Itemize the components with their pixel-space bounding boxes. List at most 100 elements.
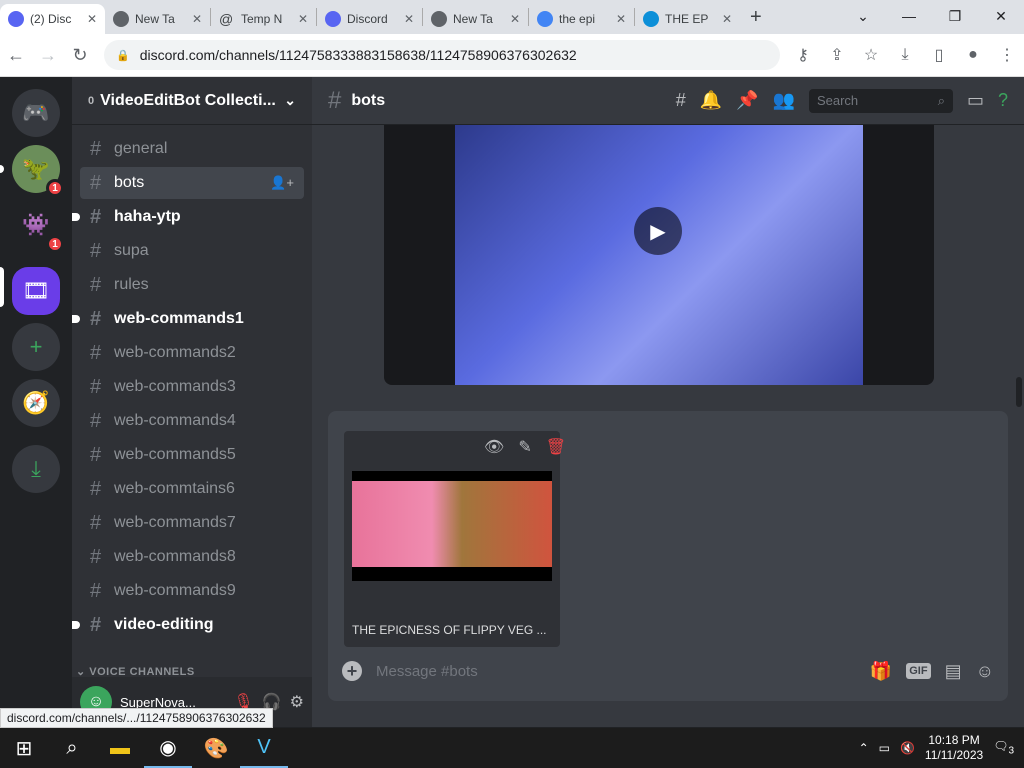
tab-title: Discord	[347, 12, 388, 26]
hash-icon: #	[90, 477, 102, 500]
tab-title: New Ta	[453, 12, 493, 26]
clock-date: 11/11/2023	[924, 748, 984, 762]
close-icon[interactable]: ✕	[510, 12, 520, 26]
restore-button[interactable]: ❐	[932, 0, 978, 32]
bookmark-star-icon[interactable]: ☆	[854, 45, 888, 65]
channel-item-rules[interactable]: # rules	[80, 269, 304, 301]
scrollbar[interactable]	[1016, 377, 1022, 407]
close-icon[interactable]: ✕	[192, 12, 202, 26]
bell-icon[interactable]: 🔔	[700, 90, 722, 111]
gear-icon[interactable]: ⚙	[290, 692, 304, 712]
tab-search-icon[interactable]: ⌄	[840, 0, 886, 32]
inbox-icon[interactable]: ▭	[967, 90, 984, 111]
pencil-icon[interactable]: ✎	[518, 437, 531, 457]
close-icon[interactable]: ✕	[616, 12, 626, 26]
upload-plus-button[interactable]: +	[342, 661, 362, 681]
key-icon[interactable]: ⚷	[786, 45, 820, 65]
close-window-button[interactable]: ✕	[978, 0, 1024, 32]
browser-tab[interactable]: (2) Disc ✕	[0, 4, 105, 34]
profile-icon[interactable]: ●	[956, 46, 990, 64]
paint-icon[interactable]: 🎨	[192, 728, 240, 768]
edge-icon	[643, 11, 659, 27]
server-icon[interactable]: 👾 1	[12, 201, 64, 253]
channel-item-web-commands4[interactable]: # web-commands4	[80, 405, 304, 437]
channel-item-video-editing[interactable]: # video-editing	[72, 609, 304, 641]
gif-button[interactable]: GIF	[906, 663, 931, 679]
lock-icon[interactable]: 🔒	[116, 49, 130, 62]
message-input[interactable]: Message #bots	[376, 663, 856, 680]
address-bar: ← → ↻ 🔒 discord.com/channels/11247583338…	[0, 34, 1024, 77]
chrome-icon[interactable]: ◉	[144, 728, 192, 768]
network-icon[interactable]: ▭	[879, 741, 890, 755]
close-icon[interactable]: ✕	[722, 12, 732, 26]
browser-tab[interactable]: THE EP ✕	[635, 4, 740, 34]
new-tab-button[interactable]: +	[750, 2, 762, 32]
menu-icon[interactable]: ⋮	[990, 45, 1024, 65]
channel-label: general	[114, 140, 168, 157]
browser-tab[interactable]: the epi ✕	[529, 4, 634, 34]
download-apps-button[interactable]: ⤓	[12, 445, 60, 493]
channel-item-web-commands5[interactable]: # web-commands5	[80, 439, 304, 471]
side-panel-icon[interactable]: ▯	[922, 45, 956, 65]
play-button[interactable]: ▶	[634, 207, 682, 255]
close-icon[interactable]: ✕	[298, 12, 308, 26]
search-input[interactable]: Search ⌕	[808, 88, 953, 113]
channel-item-web-commands3[interactable]: # web-commands3	[80, 371, 304, 403]
pin-icon[interactable]: 📌	[736, 90, 758, 111]
hash-icon: #	[90, 307, 102, 330]
add-server-button[interactable]: +	[12, 323, 60, 371]
close-icon[interactable]: ✕	[404, 12, 414, 26]
close-icon[interactable]: ✕	[87, 12, 97, 26]
explore-servers-button[interactable]: 🧭	[12, 379, 60, 427]
discord-icon	[8, 11, 24, 27]
channel-item-web-commtains6[interactable]: # web-commtains6	[80, 473, 304, 505]
eye-icon[interactable]: 👁	[484, 437, 504, 457]
channel-item-general[interactable]: # general	[80, 133, 304, 165]
clock-time: 10:18 PM	[928, 733, 980, 747]
channel-item-web-commands9[interactable]: # web-commands9	[80, 575, 304, 607]
download-icon[interactable]: ⤓	[888, 46, 922, 64]
member-list-icon[interactable]: 👥	[773, 90, 795, 111]
tab-title: THE EP	[665, 12, 709, 26]
chevron-up-icon[interactable]: ⌃	[859, 741, 869, 755]
browser-tab[interactable]: New Ta ✕	[423, 4, 528, 34]
server-icon-selected[interactable]: 🎞	[12, 267, 60, 315]
channel-item-web-commands2[interactable]: # web-commands2	[80, 337, 304, 369]
trash-icon[interactable]: 🗑	[546, 437, 566, 457]
channel-item-web-commands8[interactable]: # web-commands8	[80, 541, 304, 573]
server-header[interactable]: 0 VideoEditBot Collecti... ⌄	[72, 77, 312, 125]
back-button[interactable]: ←	[0, 45, 32, 66]
channel-item-web-commands1[interactable]: # web-commands1	[72, 303, 304, 335]
sticker-icon[interactable]: ▤	[945, 661, 962, 682]
system-tray: ⌃ ▭ 🔇 10:18 PM 11/11/2023 🗨3	[859, 733, 1024, 763]
channel-item-supa[interactable]: # supa	[80, 235, 304, 267]
clock[interactable]: 10:18 PM 11/11/2023	[925, 733, 983, 763]
volume-muted-icon[interactable]: 🔇	[900, 741, 915, 755]
video-embed[interactable]: ▶	[384, 125, 934, 385]
browser-tab[interactable]: New Ta ✕	[105, 4, 210, 34]
channel-item-bots[interactable]: # bots 👤+	[80, 167, 304, 199]
share-icon[interactable]: ⇪	[820, 45, 854, 65]
gift-icon[interactable]: 🎁	[870, 661, 892, 682]
search-icon[interactable]: ⌕	[48, 728, 96, 768]
server-icon[interactable]: 🦖 1	[12, 145, 64, 197]
minimize-button[interactable]: —	[886, 0, 932, 32]
threads-icon[interactable]: #	[676, 90, 686, 111]
create-invite-icon[interactable]: 👤+	[270, 175, 294, 191]
help-icon[interactable]: ?	[998, 90, 1008, 111]
app-v-icon[interactable]: V	[240, 728, 288, 768]
home-button[interactable]: 🎮	[12, 89, 60, 137]
file-explorer-icon[interactable]: ▬	[96, 728, 144, 768]
forward-button[interactable]: →	[32, 45, 64, 66]
browser-tab[interactable]: Discord ✕	[317, 4, 422, 34]
reload-button[interactable]: ↻	[64, 45, 96, 66]
notification-icon[interactable]: 🗨3	[993, 739, 1014, 756]
emoji-icon[interactable]: ☺	[976, 661, 994, 682]
unread-dot	[72, 315, 80, 323]
channel-item-haha-ytp[interactable]: # haha-ytp	[72, 201, 304, 233]
channel-label: video-editing	[114, 616, 214, 633]
url-input[interactable]: 🔒 discord.com/channels/11247583338831586…	[104, 40, 780, 70]
channel-item-web-commands7[interactable]: # web-commands7	[80, 507, 304, 539]
browser-tab[interactable]: @ Temp N ✕	[211, 4, 316, 34]
windows-start-icon[interactable]: ⊞	[0, 728, 48, 768]
